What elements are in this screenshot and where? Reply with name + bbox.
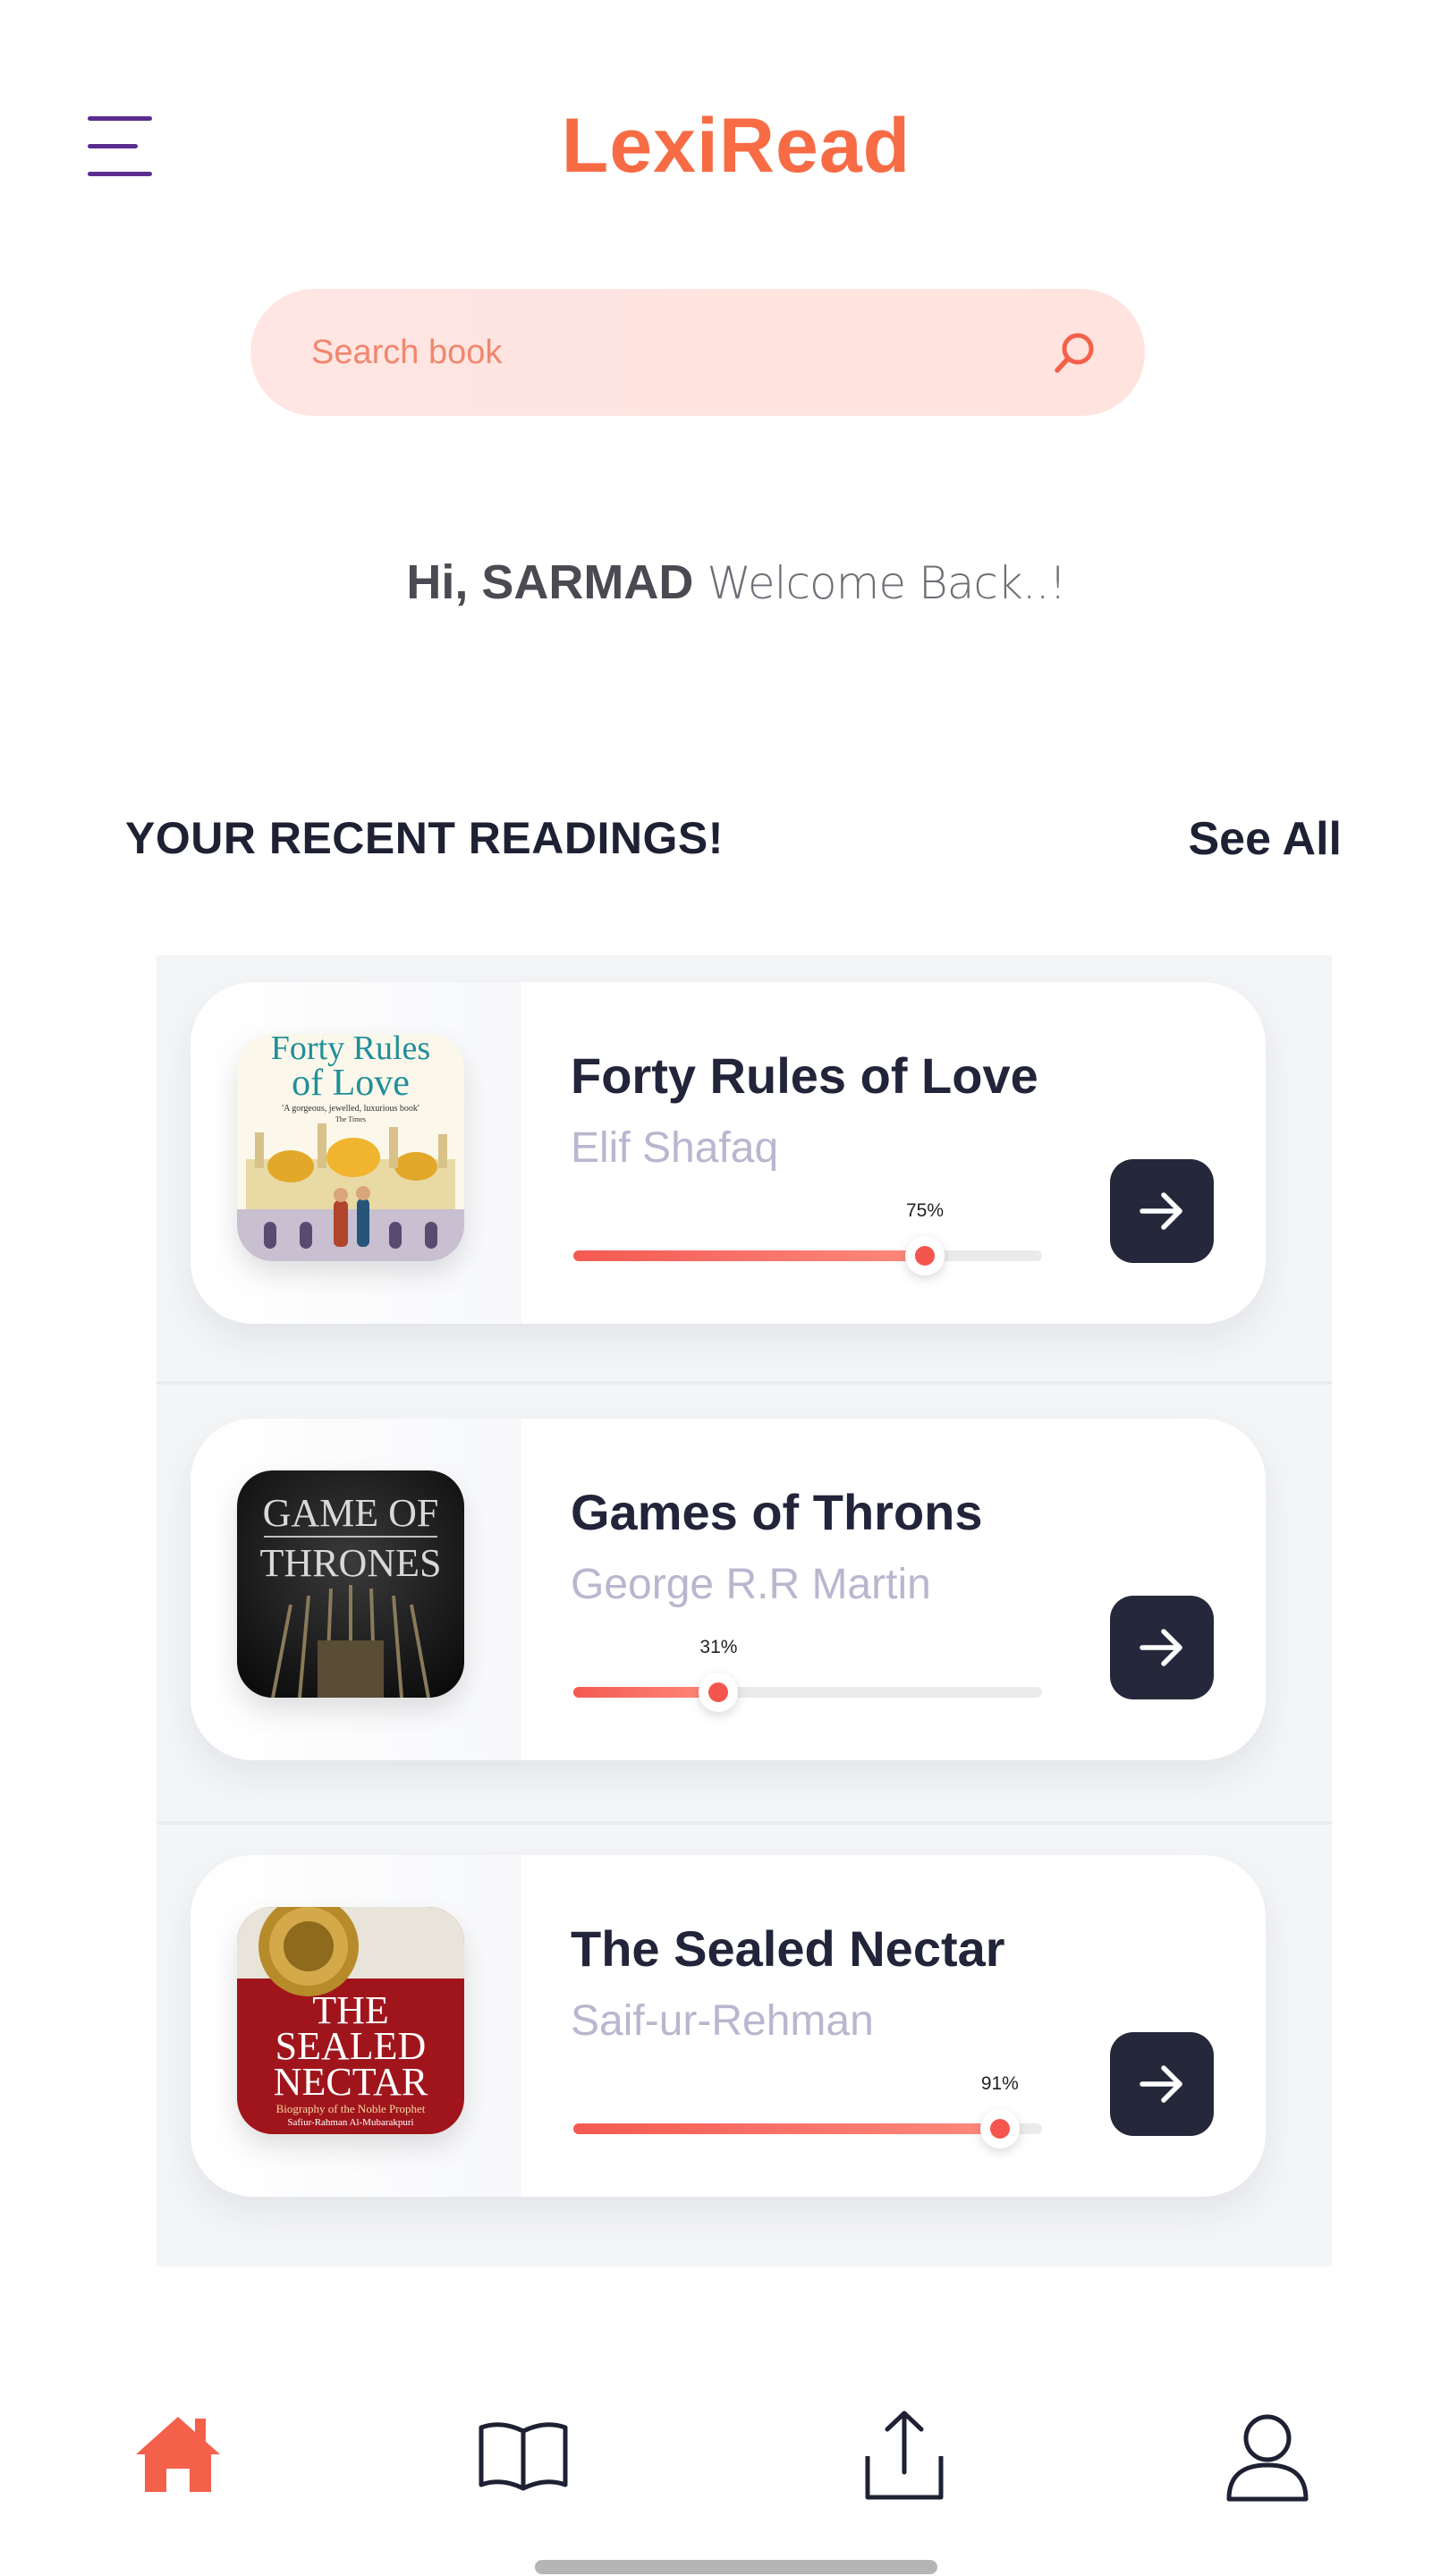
welcome-back-text: Welcome Back..! bbox=[707, 557, 1066, 609]
home-indicator[interactable] bbox=[535, 2560, 937, 2574]
book-author: Elif Shafaq bbox=[571, 1124, 779, 1172]
book-title: Forty Rules of Love bbox=[571, 1047, 1038, 1104]
nav-share[interactable] bbox=[855, 2406, 953, 2504]
book-card-game-of-thrones[interactable]: GAME OF THRONES Games of Throns George R… bbox=[191, 1419, 1266, 1760]
search-icon[interactable] bbox=[1052, 329, 1098, 376]
book-author: Saif-ur-Rehman bbox=[571, 1997, 874, 2045]
reading-progress-slider[interactable]: 91% bbox=[573, 2073, 1042, 2148]
arrow-right-icon bbox=[1140, 2065, 1182, 2103]
progress-fill bbox=[573, 1250, 925, 1261]
progress-percent: 31% bbox=[699, 1637, 738, 1657]
recent-readings-heading: YOUR RECENT READINGS! bbox=[125, 813, 724, 863]
open-book-button[interactable] bbox=[1110, 1596, 1214, 1699]
book-card-forty-rules[interactable]: Forty Rules of Love 'A gorgeous, jewelle… bbox=[191, 982, 1266, 1324]
open-book-button[interactable] bbox=[1110, 1159, 1214, 1263]
reading-progress-slider[interactable]: 31% bbox=[573, 1637, 1042, 1712]
arrow-right-icon bbox=[1140, 1629, 1182, 1666]
search-input[interactable] bbox=[311, 289, 1009, 416]
book-cover-game-of-thrones: GAME OF THRONES bbox=[237, 1470, 464, 1698]
row-divider bbox=[157, 1821, 1332, 1825]
search-bar[interactable] bbox=[250, 289, 1145, 416]
progress-thumb[interactable] bbox=[979, 2109, 1020, 2148]
cover-title-line3: NECTAR bbox=[274, 2060, 428, 2104]
welcome-message: Hi, SARMAD Welcome Back..! bbox=[0, 555, 1449, 610]
book-cover-forty-rules: Forty Rules of Love 'A gorgeous, jewelle… bbox=[237, 1034, 464, 1261]
progress-fill bbox=[573, 2123, 1000, 2134]
cover-author: Safiur-Rahman Al-Mubarakpuri bbox=[287, 2117, 413, 2128]
book-title: The Sealed Nectar bbox=[571, 1920, 1005, 1977]
book-card-sealed-nectar[interactable]: THE SEALED NECTAR Biography of the Noble… bbox=[191, 1855, 1266, 2197]
nav-home[interactable] bbox=[129, 2406, 227, 2504]
progress-percent: 75% bbox=[905, 1200, 945, 1221]
share-icon bbox=[865, 2411, 944, 2500]
progress-thumb[interactable] bbox=[905, 1236, 945, 1275]
progress-fill bbox=[573, 1687, 719, 1698]
user-greeting: Hi, SARMAD bbox=[406, 555, 694, 609]
home-icon bbox=[136, 2417, 220, 2492]
book-cover-sealed-nectar: THE SEALED NECTAR Biography of the Noble… bbox=[237, 1907, 464, 2134]
row-divider bbox=[157, 1381, 1332, 1385]
cover-source: The Times bbox=[335, 1115, 366, 1123]
recent-readings-list: Forty Rules of Love 'A gorgeous, jewelle… bbox=[157, 955, 1332, 2267]
app-title: LexiRead bbox=[561, 103, 911, 189]
arrow-right-icon bbox=[1140, 1192, 1182, 1230]
cover-tagline: 'A gorgeous, jewelled, luxurious book' bbox=[282, 1104, 419, 1114]
cover-title-line2: THRONES bbox=[260, 1541, 442, 1585]
cover-title-line2: of Love bbox=[292, 1063, 410, 1104]
book-author: George R.R Martin bbox=[571, 1561, 931, 1608]
progress-thumb[interactable] bbox=[699, 1673, 739, 1712]
book-icon bbox=[479, 2422, 568, 2491]
progress-percent: 91% bbox=[980, 2073, 1019, 2094]
nav-library[interactable] bbox=[474, 2406, 572, 2504]
open-book-button[interactable] bbox=[1110, 2032, 1214, 2136]
reading-progress-slider[interactable]: 75% bbox=[573, 1200, 1042, 1275]
see-all-link[interactable]: See All bbox=[1189, 812, 1343, 866]
cover-subtitle: Biography of the Noble Prophet bbox=[276, 2102, 426, 2115]
nav-profile[interactable] bbox=[1218, 2406, 1317, 2504]
profile-icon bbox=[1226, 2414, 1309, 2502]
cover-title-line1: GAME OF bbox=[263, 1491, 439, 1535]
book-title: Games of Throns bbox=[571, 1484, 983, 1540]
